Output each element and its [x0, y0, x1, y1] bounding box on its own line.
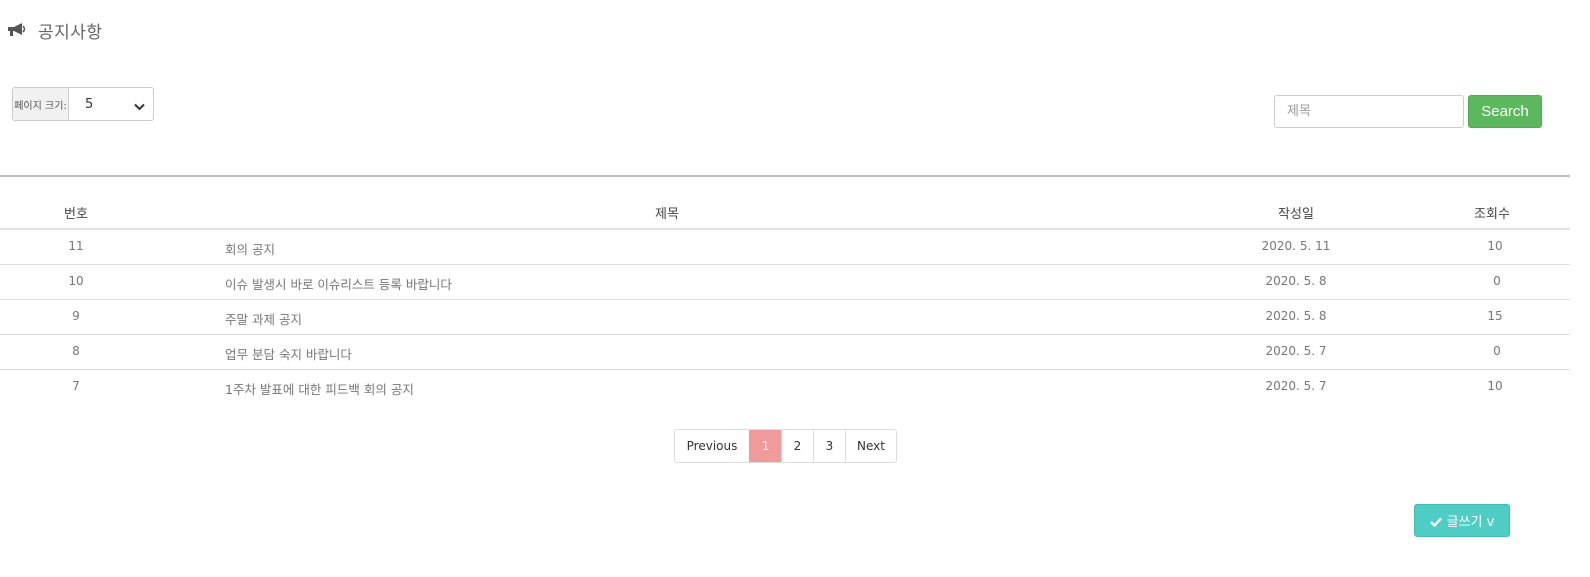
page-size-control: 페이지 크기: 5 [12, 87, 154, 121]
row-views: 15 [1487, 309, 1503, 323]
table-row[interactable]: 9 주말 과제 공지 2020. 5. 8 15 [0, 300, 1570, 335]
row-number: 8 [72, 344, 80, 358]
row-title-link[interactable]: 이슈 발생시 바로 이슈리스트 등록 바랍니다 [225, 274, 452, 293]
pagination: Previous 1 2 3 Next [674, 429, 897, 463]
row-title-link[interactable]: 회의 공지 [225, 239, 275, 258]
row-date: 2020. 5. 8 [1265, 309, 1327, 323]
row-date: 2020. 5. 7 [1265, 344, 1327, 358]
page-size-select[interactable]: 5 [69, 88, 153, 120]
notice-board-page: 공지사항 페이지 크기: 5 Search 번호 제목 작성일 조회수 11 회… [0, 0, 1590, 577]
page-title: 공지사항 [38, 22, 103, 43]
pagination-page-2[interactable]: 2 [781, 430, 813, 462]
chevron-down-icon [134, 100, 145, 111]
page-size-value: 5 [85, 96, 94, 112]
pagination-page-1[interactable]: 1 [749, 430, 781, 462]
row-number: 7 [72, 379, 80, 393]
page-header: 공지사항 [6, 17, 103, 43]
column-header-date: 작성일 [1278, 207, 1314, 222]
row-title-link[interactable]: 주말 과제 공지 [225, 309, 302, 328]
check-icon [1429, 516, 1442, 527]
megaphone-icon [6, 21, 28, 39]
pagination-previous-button[interactable]: Previous [675, 430, 749, 462]
write-post-label: 글쓰기 v [1446, 515, 1495, 530]
table-row[interactable]: 8 업무 분담 숙지 바랍니다 2020. 5. 7 0 [0, 335, 1570, 370]
row-number: 11 [68, 239, 84, 253]
row-views: 10 [1487, 379, 1503, 393]
column-header-views: 조회수 [1474, 207, 1510, 222]
row-views: 0 [1493, 344, 1501, 358]
notice-table: 번호 제목 작성일 조회수 11 회의 공지 2020. 5. 11 10 10… [0, 177, 1570, 405]
row-date: 2020. 5. 11 [1261, 239, 1331, 253]
table-row[interactable]: 10 이슈 발생시 바로 이슈리스트 등록 바랍니다 2020. 5. 8 0 [0, 265, 1570, 300]
row-number: 10 [68, 274, 84, 288]
row-views: 0 [1493, 274, 1501, 288]
table-row[interactable]: 7 1주차 발표에 대한 피드백 회의 공지 2020. 5. 7 10 [0, 370, 1570, 405]
row-views: 10 [1487, 239, 1503, 253]
row-number: 9 [72, 309, 80, 323]
column-header-title: 제목 [655, 207, 679, 222]
search-button[interactable]: Search [1468, 95, 1542, 128]
pagination-page-3[interactable]: 3 [813, 430, 845, 462]
column-header-number: 번호 [64, 207, 88, 222]
row-date: 2020. 5. 8 [1265, 274, 1327, 288]
search-input[interactable] [1274, 95, 1464, 128]
row-title-link[interactable]: 1주차 발표에 대한 피드백 회의 공지 [225, 379, 414, 398]
row-title-link[interactable]: 업무 분담 숙지 바랍니다 [225, 344, 352, 363]
table-header: 번호 제목 작성일 조회수 [0, 177, 1570, 230]
pagination-next-button[interactable]: Next [845, 430, 896, 462]
table-row[interactable]: 11 회의 공지 2020. 5. 11 10 [0, 230, 1570, 265]
write-post-button[interactable]: 글쓰기 v [1414, 504, 1510, 537]
row-date: 2020. 5. 7 [1265, 379, 1327, 393]
page-size-label: 페이지 크기: [13, 88, 69, 120]
